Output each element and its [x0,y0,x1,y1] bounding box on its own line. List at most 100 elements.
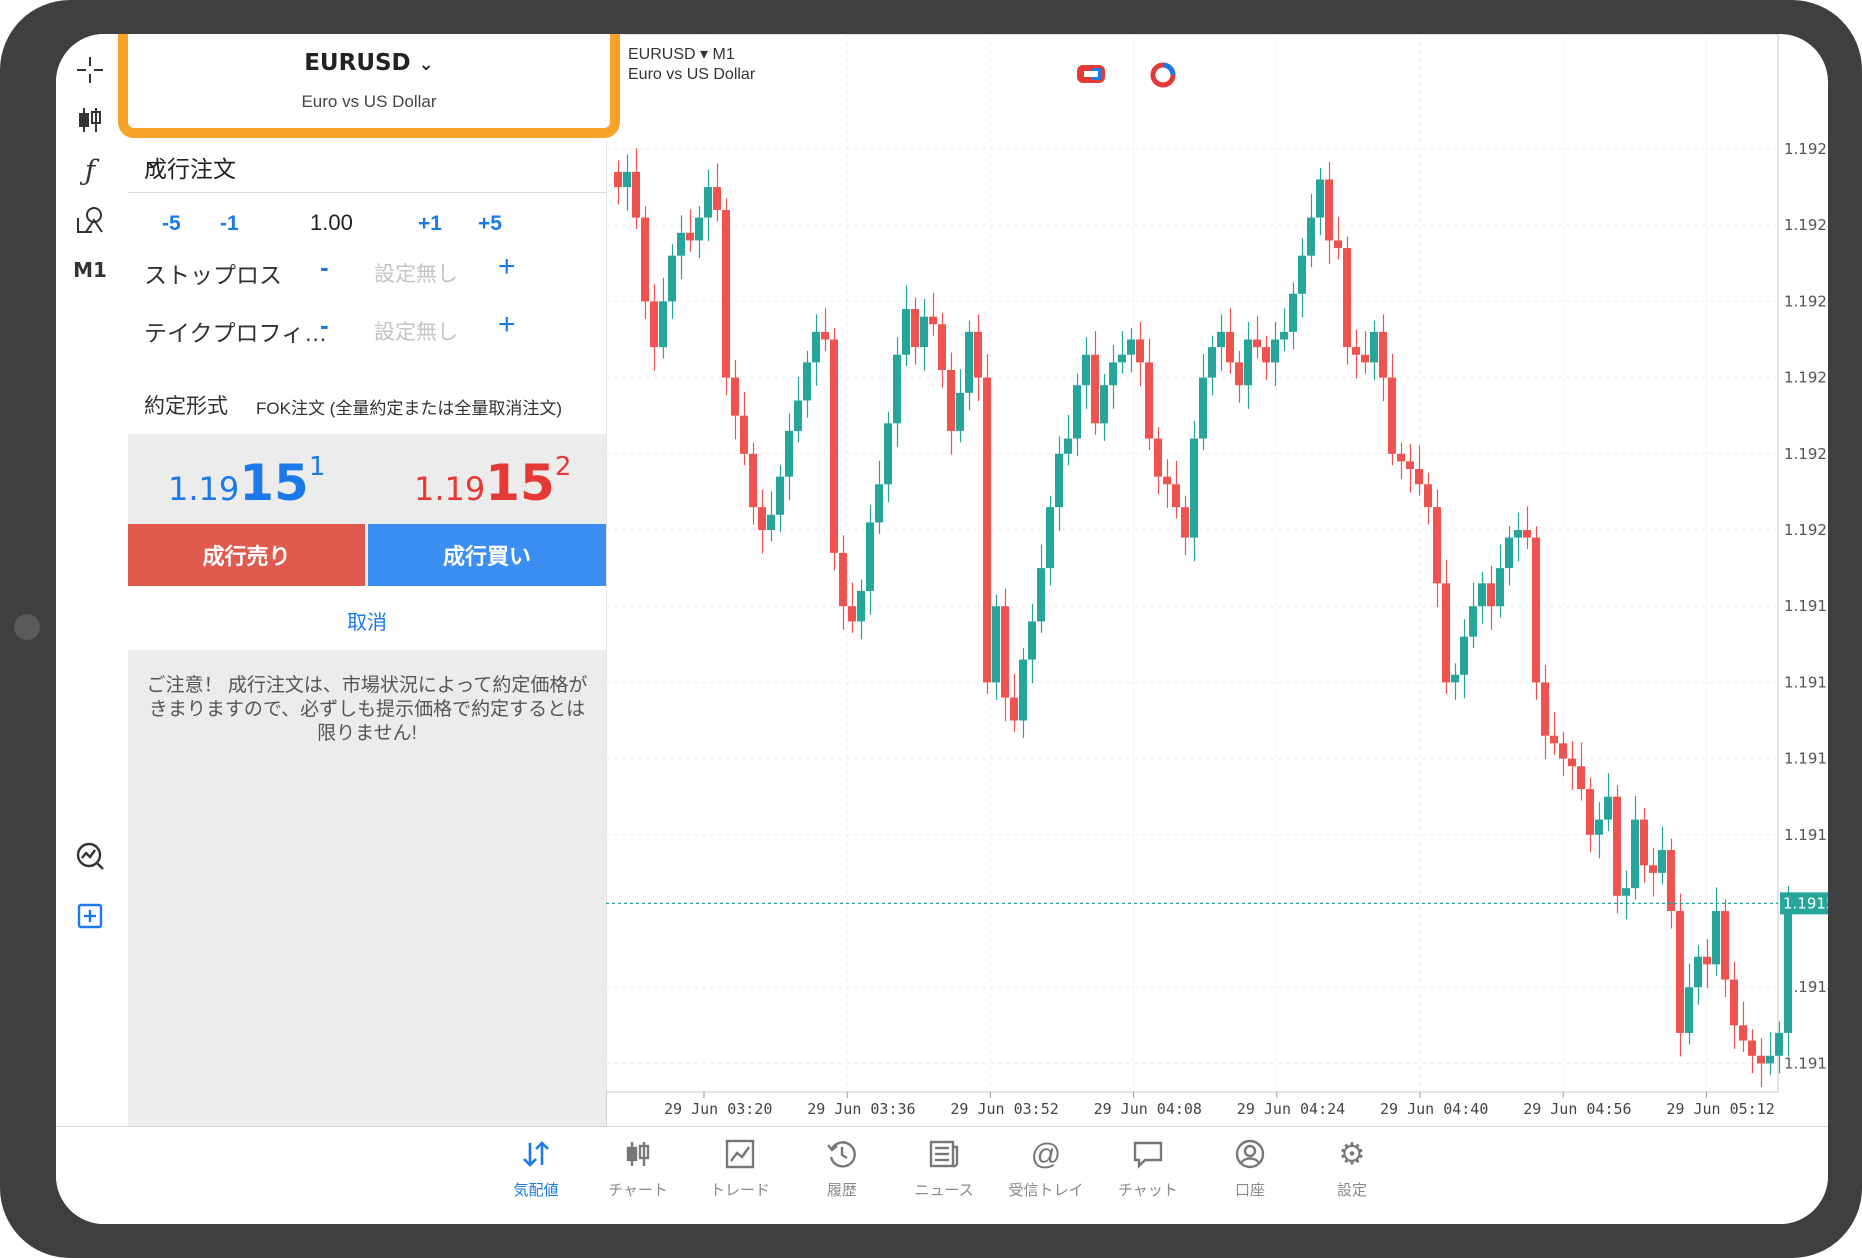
nav-chart[interactable]: チャート [593,1137,683,1200]
chevron-down-icon: ⌄ [418,54,434,75]
y-tick-label: 1.19130 [1784,1054,1828,1072]
volume-plus-5-button[interactable]: +5 [478,212,502,236]
nav-chat[interactable]: チャット [1103,1137,1193,1200]
market-order-notice: ご注意！ 成行注文は、市場状況によって約定価格がきまりますので、必ずしも提示価格… [146,675,588,744]
volume-input[interactable]: 1.00 [310,210,353,236]
trade-signal-icon[interactable] [68,834,112,878]
timeframe-button[interactable]: M1 [68,248,112,292]
volume-minus-5-button[interactable]: -5 [162,212,181,236]
candle-body [1649,865,1657,873]
take-profit-minus-button[interactable]: - [320,310,329,341]
candle-body [1514,530,1522,538]
new-order-icon[interactable] [68,894,112,938]
nav-quotes[interactable]: 気配値 [491,1137,581,1200]
nav-account[interactable]: 口座 [1205,1137,1295,1200]
order-type-select[interactable]: 成行注文 ⌄ [128,134,606,193]
chart-canvas[interactable]: 1.19250 1.19240 1.19230 1.19220 1.19210 1.192… [605,34,1828,1126]
stop-loss-plus-button[interactable]: + [498,250,516,284]
candle-body [632,171,640,218]
cancel-button[interactable]: 取消 [128,606,606,635]
candle-body [1397,453,1405,462]
stop-loss-minus-button[interactable]: - [320,252,329,283]
candle-body [1181,507,1189,538]
candle-body [1757,1055,1765,1064]
indicators-icon[interactable]: ƒ [68,148,112,192]
take-profit-input[interactable]: 設定無し [374,316,458,346]
stop-loss-input[interactable]: 設定無し [374,258,458,288]
candle-body [1631,819,1639,889]
chevron-down-icon: ⌄ [144,148,163,173]
x-tick-label: 29 Jun 03:20 [664,1100,772,1118]
candle-body [1469,606,1477,637]
candle-body [911,309,919,348]
chart-type-icon[interactable] [68,98,112,142]
candle-body [785,430,793,477]
candle-body [1478,583,1486,607]
timeframe-label: M1 [73,258,107,282]
candle-body [1712,911,1720,965]
candle-body [650,301,658,348]
nav-settings[interactable]: ⚙ 設定 [1307,1137,1397,1200]
x-tick-label: 29 Jun 04:56 [1523,1100,1631,1118]
one-click-trading-icon[interactable] [1076,62,1106,91]
candle-body [1028,621,1036,660]
order-panel: 成行注文 ⌄ -5 -1 1.00 +1 +5 ストップロス - 設定無し + [128,34,607,1126]
candle-body [659,301,667,348]
candle-body [1253,339,1261,348]
candle-body [1775,1032,1783,1056]
candle-body [1109,362,1117,386]
candle-body [1766,1055,1774,1064]
current-price-label: 1.19151 [1783,894,1828,912]
candle-body [1235,362,1243,386]
candle-body [1262,347,1270,363]
y-tick-label: 1.19190 [1784,597,1828,615]
price-chart[interactable]: 1.19250 1.19240 1.19230 1.19220 1.19210 1.192… [605,34,1828,1126]
candle-body [614,171,622,188]
candle-body [983,377,991,683]
cancel-row: 取消 [128,586,606,650]
take-profit-plus-button[interactable]: + [498,308,516,342]
buy-by-market-button[interactable]: 成行買い [368,524,606,586]
candle-body [1685,987,1693,1033]
fill-policy-value[interactable]: FOK注文 (全量約定または全量取消注文) [256,394,562,419]
candle-body [776,476,784,515]
nav-news[interactable]: ニュース [899,1137,989,1200]
nav-mailbox[interactable]: @ 受信トレイ [1001,1137,1091,1200]
candle-body [1658,850,1666,873]
crosshair-icon[interactable] [68,48,112,92]
take-profit-label: テイクプロフィ… [144,320,328,346]
candle-body [857,590,865,622]
candle-body [1595,819,1603,835]
symbol-selector[interactable]: EURUSD ⌄ Euro vs US Dollar [118,34,620,138]
candle-body [623,171,631,188]
candle-body [1136,339,1144,363]
candle-body [1190,438,1198,538]
nav-history[interactable]: 履歴 [797,1137,887,1200]
candle-body [1127,339,1135,355]
volume-plus-1-button[interactable]: +1 [418,212,442,236]
fill-policy-label: 約定形式 [144,395,228,418]
candle-body [1370,331,1378,363]
candle-body [1424,484,1432,508]
bottom-navigation: 気配値 チャート トレード 履歴 ニュース @ 受信トレイ チャット 口座 ⚙ … [56,1126,1828,1224]
candle-body [1667,850,1675,911]
sell-by-market-button[interactable]: 成行売り [128,524,365,586]
candle-body [1343,248,1351,348]
candle-body [1550,735,1558,744]
nav-trade[interactable]: トレード [695,1137,785,1200]
account-icon [1205,1137,1295,1177]
chat-icon [1103,1137,1193,1177]
candle-body [821,331,829,340]
candle-body [1199,377,1207,439]
candle-body [1586,789,1594,835]
volume-minus-1-button[interactable]: -1 [220,212,239,236]
trade-icon [695,1137,785,1177]
candle-body [1361,354,1369,363]
candle-body [1352,347,1360,355]
signal-status-icon[interactable] [1148,60,1178,95]
objects-icon[interactable] [68,198,112,242]
candle-body [920,316,928,348]
candle-body [1316,179,1324,218]
x-tick-label: 29 Jun 04:24 [1237,1100,1345,1118]
candle-body [1100,385,1108,424]
